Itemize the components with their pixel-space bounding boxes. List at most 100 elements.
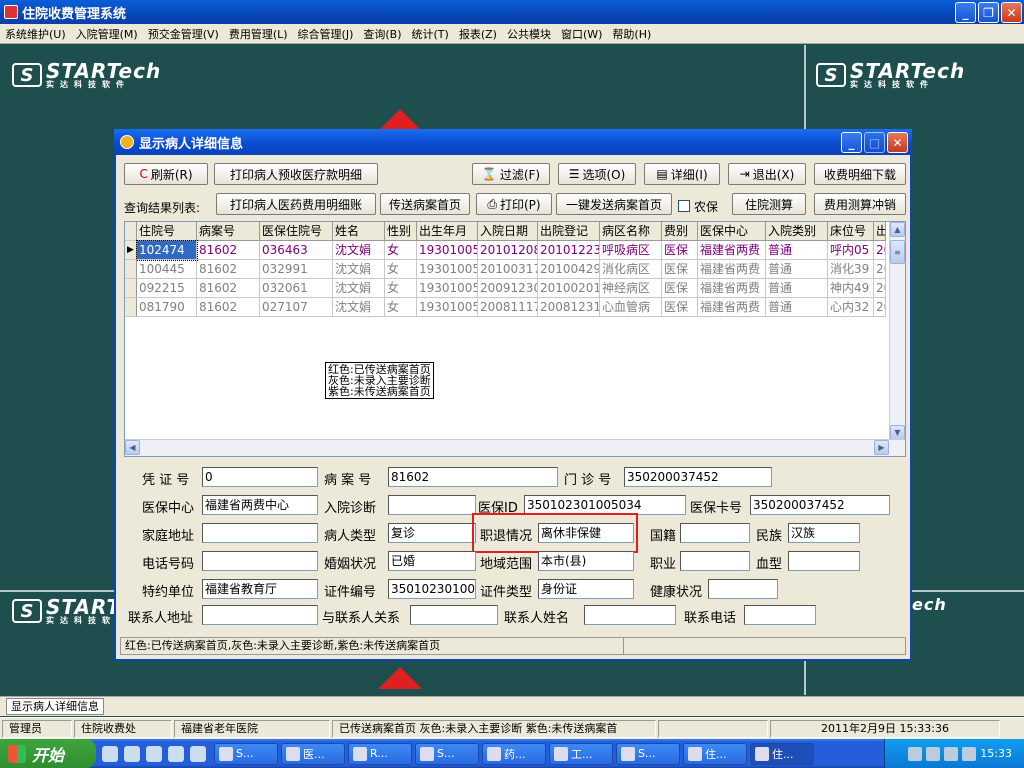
menu-help[interactable]: 帮助(H) (607, 26, 656, 42)
admission-diagnosis-field[interactable] (388, 495, 476, 515)
table-cell[interactable]: 呼内05 (828, 241, 874, 260)
rural-insurance-checkbox[interactable] (678, 200, 690, 212)
close-button[interactable]: ✕ (1001, 2, 1022, 23)
network-icon[interactable] (190, 745, 206, 762)
home-address-field[interactable] (202, 523, 318, 543)
table-cell[interactable]: 081790 (137, 298, 197, 317)
document-icon[interactable] (124, 745, 140, 762)
menu-general[interactable]: 综合管理(J) (293, 26, 359, 42)
table-cell[interactable]: 102474 (136, 240, 198, 261)
table-cell[interactable]: 20100201 (538, 279, 600, 298)
menu-window[interactable]: 窗口(W) (556, 26, 607, 42)
table-cell[interactable]: 20091230 (478, 279, 538, 298)
table-cell[interactable]: 20 (874, 298, 886, 317)
taskbar-item[interactable]: 住... (683, 742, 747, 765)
taskbar-item[interactable]: 工... (549, 742, 613, 765)
table-cell[interactable]: 20081117 (478, 298, 538, 317)
scroll-left-arrow-icon[interactable]: ◀ (125, 440, 140, 455)
table-cell[interactable]: 医保 (662, 279, 698, 298)
menu-report[interactable]: 报表(Z) (454, 26, 502, 42)
menu-stats[interactable]: 统计(T) (407, 26, 454, 42)
menu-system[interactable]: 系统维护(U) (0, 26, 71, 42)
table-cell[interactable]: 普通 (766, 298, 828, 317)
table-cell[interactable]: 普通 (766, 260, 828, 279)
contact-relation-field[interactable] (410, 605, 498, 625)
table-cell[interactable]: 19301005 (417, 260, 478, 279)
table-cell[interactable]: 20 (874, 260, 886, 279)
table-cell[interactable]: 20100429 (538, 260, 600, 279)
one-key-send-button[interactable]: 一键发送病案首页 (556, 193, 672, 215)
table-cell[interactable]: 032991 (260, 260, 333, 279)
phone-field[interactable] (202, 551, 318, 571)
table-cell[interactable]: 81602 (197, 241, 260, 260)
column-header[interactable]: 姓名 (333, 222, 385, 241)
table-cell[interactable]: 神经病区 (600, 279, 662, 298)
table-cell[interactable]: 20 (874, 241, 886, 260)
insurance-center-field[interactable]: 福建省两费中心 (202, 495, 318, 515)
table-cell[interactable]: 神内49 (828, 279, 874, 298)
table-row[interactable]: ▶ 102474 81602 036463 沈文娟女 19301005 20101208 20… (125, 240, 886, 261)
scroll-right-arrow-icon[interactable]: ▶ (874, 440, 889, 455)
contact-name-field[interactable] (584, 605, 676, 625)
patient-type-field[interactable]: 复诊 (388, 523, 476, 543)
print-button[interactable]: ⎙ 打印(P) (476, 193, 552, 215)
table-cell[interactable]: 医保 (662, 298, 698, 317)
table-cell[interactable]: 普通 (766, 279, 828, 298)
table-row[interactable]: 100445 81602 032991 沈文娟女 19301005 20100317 201… (125, 260, 886, 279)
marital-field[interactable]: 已婚 (388, 551, 476, 571)
print-prepay-button[interactable]: 打印病人预收医疗款明细 (214, 163, 378, 185)
cert-type-field[interactable]: 身份证 (538, 579, 634, 599)
table-cell[interactable]: 女 (385, 260, 417, 279)
scroll-up-arrow-icon[interactable]: ▲ (890, 222, 905, 237)
table-cell[interactable]: 027107 (260, 298, 333, 317)
fee-calc-reverse-button[interactable]: 费用测算冲销 (814, 193, 906, 215)
network-icon[interactable] (962, 746, 977, 761)
fee-download-button[interactable]: 收费明细下载 (814, 163, 906, 185)
horizontal-scrollbar[interactable]: ◀ ▶ (125, 439, 905, 456)
table-cell[interactable]: 沈文娟 (333, 279, 385, 298)
table-cell[interactable]: 81602 (197, 298, 260, 317)
restore-button[interactable]: ❐ (978, 2, 999, 23)
menu-admission[interactable]: 入院管理(M) (71, 26, 143, 42)
column-header[interactable]: 床位号 (828, 222, 874, 241)
scroll-thumb[interactable]: ≡ (890, 240, 905, 264)
column-header[interactable]: 医保中心 (698, 222, 766, 241)
table-cell[interactable]: 20100317 (478, 260, 538, 279)
taskbar-item-active[interactable]: 住... (750, 742, 814, 765)
table-cell[interactable]: 心内32 (828, 298, 874, 317)
column-header[interactable]: 性别 (385, 222, 417, 241)
table-cell[interactable]: 福建省两费 (698, 241, 766, 260)
nationality-field[interactable] (680, 523, 750, 543)
table-cell[interactable]: 036463 (260, 241, 333, 260)
region-field[interactable]: 本市(县) (538, 551, 634, 571)
menu-fee[interactable]: 费用管理(L) (224, 26, 293, 42)
filter-button[interactable]: ⌛ 过滤(F) (472, 163, 550, 185)
column-header[interactable]: 住院号 (137, 222, 197, 241)
table-cell[interactable]: 福建省两费 (698, 260, 766, 279)
table-cell[interactable]: 普通 (766, 241, 828, 260)
table-cell[interactable]: 19301005 (417, 241, 478, 260)
special-unit-field[interactable]: 福建省教育厅 (202, 579, 318, 599)
contact-phone-field[interactable] (744, 605, 816, 625)
table-cell[interactable]: 032061 (260, 279, 333, 298)
dialog-maximize-button[interactable]: □ (864, 132, 885, 153)
blood-type-field[interactable] (788, 551, 860, 571)
table-cell[interactable]: 沈文娟 (333, 241, 385, 260)
column-header[interactable]: 费别 (662, 222, 698, 241)
table-cell[interactable]: 女 (385, 241, 417, 260)
table-cell[interactable]: 女 (385, 279, 417, 298)
table-cell[interactable]: 福建省两费 (698, 279, 766, 298)
column-header[interactable]: 出 (874, 222, 886, 241)
taskbar-item[interactable]: S... (616, 742, 680, 765)
vertical-scrollbar[interactable]: ▲ ≡ ▼ (889, 222, 905, 440)
minimize-button[interactable]: _ (955, 2, 976, 23)
table-cell[interactable]: 沈文娟 (333, 298, 385, 317)
table-cell[interactable]: 19301005 (417, 279, 478, 298)
menu-query[interactable]: 查询(B) (358, 26, 406, 42)
contact-address-field[interactable] (202, 605, 318, 625)
taskbar-item[interactable]: S... (214, 742, 278, 765)
taskbar-item[interactable]: R... (348, 742, 412, 765)
ethnicity-field[interactable]: 汉族 (788, 523, 860, 543)
detail-button[interactable]: ▤ 详细(I) (644, 163, 720, 185)
table-cell[interactable]: 81602 (197, 260, 260, 279)
